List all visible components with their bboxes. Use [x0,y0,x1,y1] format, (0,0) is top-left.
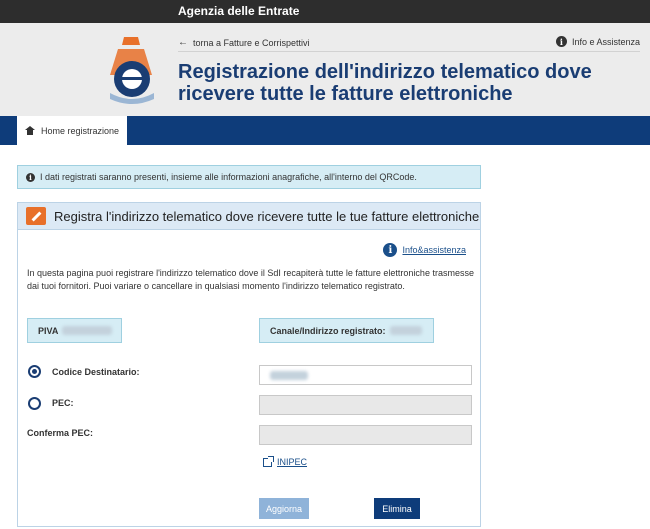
piva-value-redacted [62,326,113,335]
alert-text: I dati registrati saranno presenti, insi… [40,172,417,182]
pec-input[interactable] [259,395,472,415]
brand-name: Agenzia delle Entrate [178,4,300,18]
top-bar: Agenzia delle Entrate [0,0,650,23]
info-assistenza-link[interactable]: i Info e Assistenza [555,36,640,47]
canale-label: Canale/Indirizzo registrato: [270,325,386,336]
info-link-label: Info e Assistenza [571,36,640,47]
main-navbar: Home registrazione [0,116,650,145]
panel-header: Registra l'indirizzo telematico dove ric… [18,203,480,230]
conferma-pec-input[interactable] [259,425,472,445]
agenzia-logo-icon [110,37,154,104]
arrow-left-icon: ← [178,37,188,48]
info-assistenza-help-link[interactable]: i Info&assistenza [383,243,466,257]
codice-destinatario-radio[interactable] [28,365,41,378]
piva-badge: PIVA [27,318,122,343]
page-title: Registrazione dell'indirizzo telematico … [178,61,592,105]
pencil-icon [26,207,46,225]
info-icon: i [383,243,398,257]
elimina-button[interactable]: Elimina [374,498,420,519]
piva-label: PIVA [38,325,59,336]
info-icon: i [555,36,567,47]
help-link-label[interactable]: Info&assistenza [402,245,466,255]
tab-label: Home registrazione [40,125,120,136]
pec-radio[interactable] [28,397,41,410]
codice-destinatario-label: Codice Destinatario: [52,367,140,377]
inipec-link[interactable]: INIPEC [263,455,307,467]
home-icon [24,126,35,135]
conferma-pec-label: Conferma PEC: [27,428,94,438]
page-header: ← torna a Fatture e Corrispettivi i Info… [0,23,650,116]
info-icon: i [26,172,35,182]
header-divider [178,51,640,52]
external-link-icon [263,455,274,467]
tab-home-registrazione[interactable]: Home registrazione [17,116,127,145]
canale-value-redacted [389,326,422,335]
codice-value-redacted [270,370,308,380]
panel-description: In questa pagina puoi registrare l'indir… [27,268,474,291]
codice-destinatario-input[interactable] [259,365,472,385]
pec-label: PEC: [52,398,74,408]
aggiorna-button[interactable]: Aggiorna [259,498,309,519]
qrcode-info-alert: i I dati registrati saranno presenti, in… [17,165,481,189]
back-link-label: torna a Fatture e Corrispettivi [193,37,310,48]
canale-badge: Canale/Indirizzo registrato: [259,318,434,343]
registration-panel: Registra l'indirizzo telematico dove ric… [17,202,481,527]
inipec-label[interactable]: INIPEC [277,457,307,467]
panel-title: Registra l'indirizzo telematico dove ric… [54,208,480,224]
back-to-fatture-link[interactable]: ← torna a Fatture e Corrispettivi [178,37,310,48]
